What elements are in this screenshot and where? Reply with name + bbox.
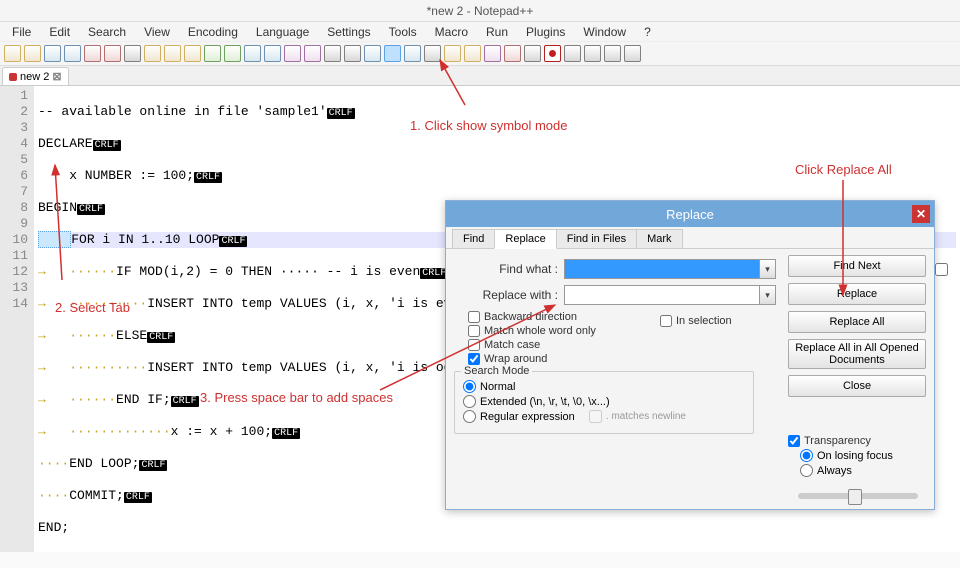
replace-all-button[interactable]: Replace All [788,311,926,333]
print-icon[interactable] [124,45,141,62]
user-lang-icon[interactable] [424,45,441,62]
menu-run[interactable]: Run [478,23,516,41]
redo-icon[interactable] [224,45,241,62]
unsaved-dot-icon [9,73,17,81]
show-symbol-icon[interactable] [384,45,401,62]
line-gutter: 12 34 56 78 910 1112 1314 [0,86,34,552]
mode-regex-radio[interactable]: Regular expression . matches newline [463,410,745,423]
tab-find-in-files[interactable]: Find in Files [556,229,637,248]
func-list-icon[interactable] [484,45,501,62]
save-macro-icon[interactable] [624,45,641,62]
always-radio[interactable]: Always [800,464,926,477]
undo-icon[interactable] [204,45,221,62]
toolbar [0,42,960,66]
menu-encoding[interactable]: Encoding [180,23,246,41]
window-title: *new 2 - Notepad++ [427,4,534,18]
mode-extended-radio[interactable]: Extended (\n, \r, \t, \0, \x...) [463,395,745,408]
find-next-button[interactable]: Find Next [788,255,926,277]
transparency-slider[interactable] [798,493,918,499]
find-what-label: Find what : [454,262,558,276]
folder-icon[interactable] [504,45,521,62]
menu-file[interactable]: File [4,23,39,41]
replace-dialog: Replace ✕ Find Replace Find in Files Mar… [445,200,935,510]
run-macro-multi-icon[interactable] [604,45,621,62]
word-wrap-icon[interactable] [364,45,381,62]
save-all-icon[interactable] [64,45,81,62]
crlf-symbol: CRLF [327,108,355,119]
paste-icon[interactable] [184,45,201,62]
menu-settings[interactable]: Settings [319,23,378,41]
mode-normal-radio[interactable]: Normal [463,380,745,393]
indent-guide-icon[interactable] [404,45,421,62]
replace-all-open-button[interactable]: Replace All in All Opened Documents [788,339,926,369]
replace-title-label: Replace [666,207,714,222]
transparency-checkbox[interactable]: Transparency [788,435,926,447]
search-mode-label: Search Mode [461,365,532,377]
find-icon[interactable] [244,45,261,62]
menu-edit[interactable]: Edit [41,23,78,41]
menu-plugins[interactable]: Plugins [518,23,573,41]
menubar: File Edit Search View Encoding Language … [0,22,960,42]
replace-dropdown-icon[interactable]: ▾ [760,285,776,305]
monitor-icon[interactable] [524,45,541,62]
selected-tab-char [38,231,71,248]
new-file-icon[interactable] [4,45,21,62]
doc-map-icon[interactable] [444,45,461,62]
menu-window[interactable]: Window [575,23,634,41]
copy-icon[interactable] [164,45,181,62]
record-macro-icon[interactable] [544,45,561,62]
open-file-icon[interactable] [24,45,41,62]
close-all-icon[interactable] [104,45,121,62]
on-losing-focus-radio[interactable]: On losing focus [800,449,926,462]
menu-language[interactable]: Language [248,23,317,41]
file-tabstrip: new 2 ⊠ [0,66,960,86]
cut-icon[interactable] [144,45,161,62]
tab-find[interactable]: Find [452,229,495,248]
replace-button[interactable]: Replace [788,283,926,305]
menu-help[interactable]: ? [636,23,659,41]
tab-replace[interactable]: Replace [494,229,556,249]
doc-list-icon[interactable] [464,45,481,62]
zoom-in-icon[interactable] [284,45,301,62]
find-what-input[interactable] [564,259,760,279]
stop-macro-icon[interactable] [564,45,581,62]
window-titlebar: *new 2 - Notepad++ [0,0,960,22]
file-tab-close-icon[interactable]: ⊠ [52,70,61,83]
file-tab-label: new 2 [20,71,49,83]
find-dropdown-icon[interactable]: ▾ [760,259,776,279]
save-icon[interactable] [44,45,61,62]
file-tab[interactable]: new 2 ⊠ [2,67,69,85]
replace-icon[interactable] [264,45,281,62]
replace-with-label: Replace with : [454,288,558,302]
dialog-close-button[interactable]: ✕ [912,205,930,223]
sync-h-icon[interactable] [344,45,361,62]
sync-v-icon[interactable] [324,45,341,62]
tab-mark[interactable]: Mark [636,229,682,248]
replace-titlebar[interactable]: Replace ✕ [446,201,934,227]
close-icon[interactable] [84,45,101,62]
replace-with-input[interactable] [564,285,760,305]
zoom-out-icon[interactable] [304,45,321,62]
play-macro-icon[interactable] [584,45,601,62]
in-selection-checkbox[interactable]: In selection [660,315,732,327]
menu-view[interactable]: View [136,23,178,41]
menu-tools[interactable]: Tools [381,23,425,41]
menu-search[interactable]: Search [80,23,134,41]
find-next-toggle-checkbox[interactable] [935,263,948,276]
menu-macro[interactable]: Macro [427,23,476,41]
replace-tabstrip: Find Replace Find in Files Mark [446,227,934,249]
close-button[interactable]: Close [788,375,926,397]
